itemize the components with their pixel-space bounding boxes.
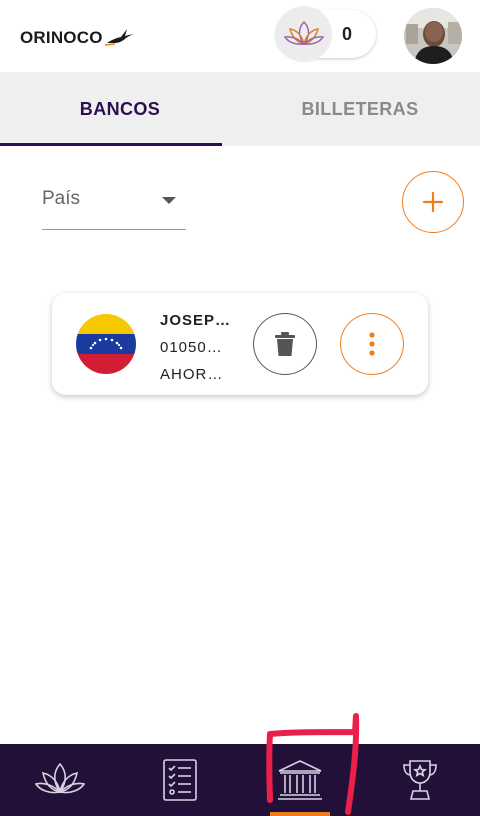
more-vertical-icon <box>369 332 375 356</box>
hummingbird-icon <box>104 29 133 46</box>
tab-billeteras[interactable]: BILLETERAS <box>240 72 480 146</box>
trophy-icon <box>403 760 437 800</box>
country-select-label: País <box>42 188 81 209</box>
user-avatar[interactable] <box>404 8 462 64</box>
tab-bancos[interactable]: BANCOS <box>0 72 240 146</box>
bank-account-details: JOSEP… 01050… AHOR… <box>160 307 240 388</box>
nav-item-tasks[interactable] <box>120 744 240 816</box>
points-counter[interactable]: 0 <box>276 6 376 62</box>
nav-item-home[interactable] <box>0 744 120 816</box>
app-screen: ORINOCO 0 BANCOS BILLETERAS País JOSEP… … <box>0 0 480 816</box>
points-lotus-badge <box>276 6 332 62</box>
venezuela-flag-icon <box>76 314 136 374</box>
plus-icon <box>422 191 444 213</box>
avatar-photo <box>404 8 462 64</box>
account-holder-name: JOSEP… <box>160 312 232 329</box>
caret-down-icon <box>162 197 176 204</box>
bank-icon <box>278 760 322 800</box>
nav-item-banks[interactable] <box>240 744 360 816</box>
bottom-navigation <box>0 744 480 816</box>
lotus-icon <box>284 21 324 46</box>
active-nav-indicator <box>270 812 330 816</box>
delete-account-button[interactable] <box>253 313 317 375</box>
points-value: 0 <box>342 24 353 44</box>
bank-account-card[interactable]: JOSEP… 01050… AHOR… <box>52 293 428 395</box>
nav-item-rewards[interactable] <box>360 744 480 816</box>
trash-icon <box>275 332 295 356</box>
logo-text: ORINOCO <box>20 28 103 47</box>
account-type: AHOR… <box>160 366 224 383</box>
add-bank-button[interactable] <box>402 171 464 233</box>
orinoco-logo: ORINOCO <box>20 24 135 52</box>
lotus-icon <box>35 762 85 794</box>
app-header: ORINOCO 0 <box>0 0 480 72</box>
checklist-icon <box>163 759 197 801</box>
country-select[interactable]: País <box>42 178 186 230</box>
tab-bar: BANCOS BILLETERAS <box>0 72 480 146</box>
account-number: 01050… <box>160 339 223 356</box>
more-options-button[interactable] <box>340 313 404 375</box>
